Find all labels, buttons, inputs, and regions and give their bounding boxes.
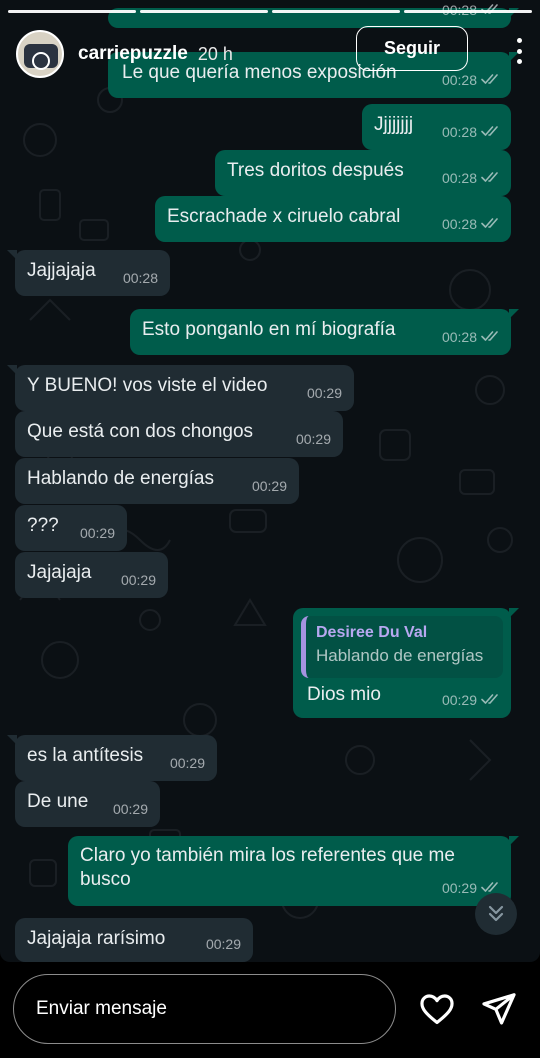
double-check-icon xyxy=(481,688,501,713)
story-frame: 00:28Le que quería menos exposición00:28… xyxy=(0,0,540,962)
message-text: Hablando de energías xyxy=(27,468,214,489)
bubble-tail xyxy=(509,836,519,846)
message-meta: 00:29 xyxy=(206,932,241,957)
message-time: 00:29 xyxy=(79,525,115,541)
incoming-message[interactable]: es la antítesis 00:29 xyxy=(7,735,217,781)
username[interactable]: carriepuzzle xyxy=(78,43,188,65)
incoming-message[interactable]: ??? 00:29 xyxy=(15,505,127,551)
double-check-icon xyxy=(481,120,501,145)
outgoing-message[interactable]: Esto ponganlo en mí biografía 00:28 xyxy=(130,309,519,355)
incoming-message[interactable]: Jajajaja rarísimo 00:29 xyxy=(15,918,253,962)
message-text: Y BUENO! vos viste el video xyxy=(27,375,268,396)
double-chevron-down-icon[interactable] xyxy=(475,893,517,935)
message-meta: 00:29 xyxy=(252,474,287,499)
message-time: 00:28 xyxy=(122,270,158,286)
message-meta: 00:28 xyxy=(442,325,501,350)
message-meta: 00:28 xyxy=(123,266,158,291)
message-time: 00:29 xyxy=(306,385,342,401)
bubble-tail xyxy=(7,365,17,375)
story-header: carriepuzzle 20 h Seguir xyxy=(16,26,524,82)
message-meta: 00:29 xyxy=(113,797,148,822)
message-time: 00:29 xyxy=(295,431,331,447)
message-time: 00:29 xyxy=(112,801,148,817)
double-check-icon xyxy=(481,212,501,237)
paper-plane-icon[interactable] xyxy=(480,990,518,1028)
message-time: 00:28 xyxy=(441,124,477,140)
incoming-message[interactable]: De une 00:29 xyxy=(15,781,160,827)
message-meta: 00:28 xyxy=(442,212,501,237)
outgoing-message[interactable]: Escrachade x ciruelo cabral 00:28 xyxy=(155,196,511,242)
message-meta: 00:28 xyxy=(442,120,501,145)
message-meta: 00:29 xyxy=(170,751,205,776)
heart-icon[interactable] xyxy=(418,990,456,1028)
progress-segment xyxy=(140,10,268,13)
message-time: 00:28 xyxy=(441,170,477,186)
incoming-message[interactable]: Que está con dos chongos 00:29 xyxy=(15,411,343,457)
bubble-tail xyxy=(7,250,17,260)
message-text: Dios mio xyxy=(307,684,381,705)
quoted-reply[interactable]: Desiree Du Val Hablando de energías xyxy=(301,616,503,678)
message-meta: 00:29 xyxy=(296,427,331,452)
message-time: 00:29 xyxy=(441,880,477,896)
quoted-author: Desiree Du Val xyxy=(316,624,428,641)
follow-button[interactable]: Seguir xyxy=(356,26,468,71)
message-time: 00:29 xyxy=(169,755,205,771)
message-text: Claro yo también mira los referentes que… xyxy=(80,845,455,890)
message-meta: 00:28 xyxy=(442,166,501,191)
message-time: 00:29 xyxy=(120,572,156,588)
message-meta: 00:29 xyxy=(307,381,342,406)
message-time: 00:29 xyxy=(251,478,287,494)
message-meta: 00:29 xyxy=(80,521,115,546)
incoming-message[interactable]: Hablando de energías 00:29 xyxy=(15,458,299,504)
message-meta: 00:29 xyxy=(121,568,156,593)
outgoing-message[interactable]: Jjjjjjjj 00:28 xyxy=(362,104,511,150)
outgoing-message[interactable]: Desiree Du Val Hablando de energías Dios m… xyxy=(293,608,519,718)
bubble-tail xyxy=(509,309,519,319)
post-time: 20 h xyxy=(197,43,233,64)
more-vertical-icon[interactable] xyxy=(514,38,524,64)
incoming-message[interactable]: Jajjajaja 00:28 xyxy=(7,250,170,296)
story-progress xyxy=(8,10,532,13)
message-time: 00:29 xyxy=(205,936,241,952)
progress-segment xyxy=(272,10,400,13)
bubble-tail xyxy=(7,735,17,745)
double-check-icon xyxy=(481,166,501,191)
message-text: Que está con dos chongos xyxy=(27,421,254,442)
progress-segment xyxy=(8,10,136,13)
double-check-icon xyxy=(481,325,501,350)
outgoing-message[interactable]: Claro yo también mira los referentes que… xyxy=(68,836,519,906)
reply-message-input[interactable] xyxy=(13,974,396,1044)
avatar[interactable] xyxy=(16,30,64,78)
message-meta: 00:29 xyxy=(442,688,501,713)
incoming-message[interactable]: Jajajaja 00:29 xyxy=(15,552,168,598)
progress-segment xyxy=(404,10,532,13)
message-time: 00:29 xyxy=(441,692,477,708)
message-time: 00:28 xyxy=(441,329,477,345)
incoming-message[interactable]: Y BUENO! vos viste el video 00:29 xyxy=(7,365,354,411)
quoted-text: Hablando de energías xyxy=(316,646,484,665)
bubble-tail xyxy=(509,608,519,618)
message-time: 00:28 xyxy=(441,216,477,232)
outgoing-message[interactable]: Tres doritos después 00:28 xyxy=(215,150,511,196)
